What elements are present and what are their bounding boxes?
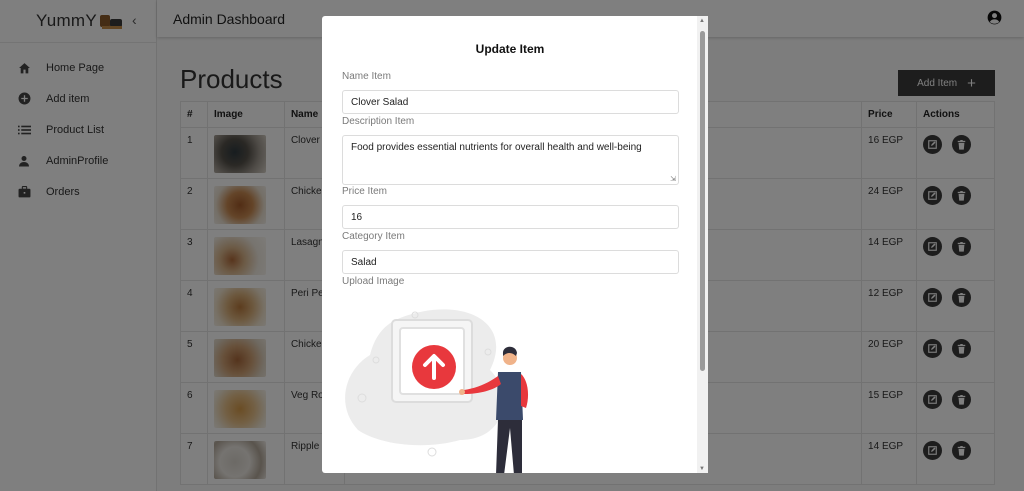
dialog-title: Update Item	[475, 42, 545, 56]
price-item-value: 16	[351, 211, 363, 223]
dialog-scrollbar[interactable]: ▲ ▼	[697, 16, 708, 473]
upload-image-area[interactable]	[340, 300, 540, 473]
upload-illustration	[345, 309, 529, 473]
name-item-input[interactable]: Clover Salad	[342, 90, 679, 114]
category-item-label: Category Item	[342, 231, 405, 242]
price-item-input[interactable]: 16	[342, 205, 679, 229]
category-item-input[interactable]: Salad	[342, 250, 679, 274]
name-item-label: Name Item	[342, 71, 391, 82]
scrollbar-thumb[interactable]	[700, 31, 705, 371]
name-item-value: Clover Salad	[351, 96, 409, 108]
resize-grip-icon[interactable]: ⇲	[670, 175, 676, 183]
price-item-label: Price Item	[342, 186, 388, 197]
update-item-dialog: Update Item Name Item Clover Salad Descr…	[322, 16, 708, 473]
description-item-value: Food provides essential nutrients for ov…	[351, 142, 642, 153]
category-item-value: Salad	[351, 256, 377, 268]
description-item-label: Description Item	[342, 116, 415, 127]
description-item-textarea[interactable]: Food provides essential nutrients for ov…	[342, 135, 679, 185]
scroll-up-arrow-icon[interactable]: ▲	[699, 18, 705, 24]
upload-image-label: Upload Image	[342, 276, 405, 287]
scroll-down-arrow-icon[interactable]: ▼	[699, 466, 705, 472]
